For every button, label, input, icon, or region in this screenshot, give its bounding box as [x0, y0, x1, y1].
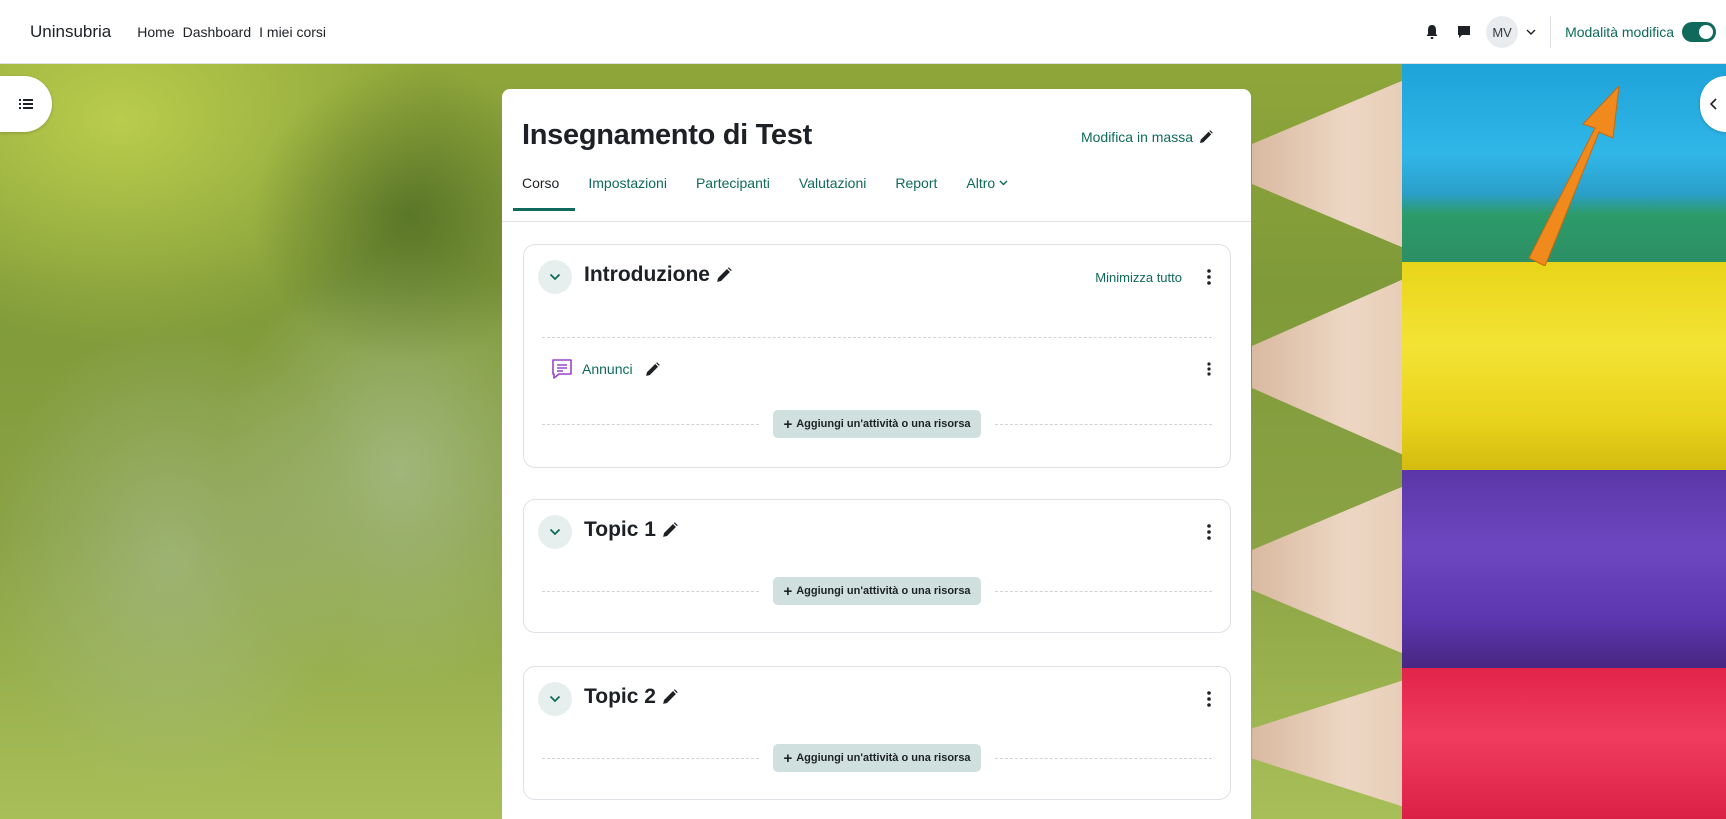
chevron-left-icon	[1709, 98, 1717, 110]
bell-icon	[1426, 25, 1438, 39]
section-menu-button[interactable]	[1200, 265, 1218, 289]
nav-link-home[interactable]: Home	[137, 24, 174, 40]
course-secondary-nav: Corso Impostazioni Partecipanti Valutazi…	[512, 175, 1251, 211]
add-activity-label: Aggiungi un'attività o una risorsa	[796, 585, 971, 597]
section-title-text: Topic 1	[584, 518, 656, 541]
add-activity-label: Aggiungi un'attività o una risorsa	[796, 418, 971, 430]
add-activity-button[interactable]: + Aggiungi un'attività o una risorsa	[773, 577, 981, 605]
collapse-all-link[interactable]: Minimizza tutto	[1095, 270, 1182, 285]
section-title-text: Introduzione	[584, 263, 710, 286]
bulk-edit-label: Modifica in massa	[1080, 129, 1193, 145]
list-icon	[19, 99, 33, 109]
user-menu[interactable]: MV	[1486, 16, 1536, 48]
top-navbar: Uninsubria Home Dashboard I miei corsi M…	[0, 0, 1726, 64]
pencil-yellow	[1252, 262, 1726, 472]
avatar[interactable]: MV	[1486, 16, 1519, 48]
edit-mode-toggle[interactable]	[1682, 22, 1716, 42]
kebab-icon	[1207, 524, 1211, 540]
kebab-icon	[1207, 269, 1211, 285]
pencil-icon[interactable]	[662, 689, 678, 705]
section-collapse-button[interactable]	[538, 515, 572, 549]
tab-more[interactable]: Altro	[966, 175, 1008, 211]
site-brand[interactable]: Uninsubria	[30, 22, 111, 42]
kebab-icon	[1207, 691, 1211, 707]
pencil-icon[interactable]	[645, 361, 660, 377]
chevron-down-icon	[549, 528, 561, 536]
activity-name[interactable]: Annunci	[582, 361, 633, 377]
pencil-icon[interactable]	[716, 267, 732, 283]
section-title-text: Topic 2	[584, 685, 656, 708]
section-title[interactable]: Introduzione	[584, 263, 732, 287]
add-activity-button[interactable]: + Aggiungi un'attività o una risorsa	[773, 410, 981, 438]
chevron-down-icon	[549, 273, 561, 281]
annotation-arrow	[1528, 86, 1620, 266]
notifications-button[interactable]	[1416, 16, 1448, 48]
add-activity-row: + Aggiungi un'attività o una risorsa	[542, 577, 1212, 605]
section-title[interactable]: Topic 2	[584, 685, 678, 709]
tab-settings[interactable]: Impostazioni	[588, 175, 667, 211]
tab-course[interactable]: Corso	[512, 175, 576, 211]
section-collapse-button[interactable]	[538, 682, 572, 716]
section-divider	[542, 337, 1212, 338]
add-activity-label: Aggiungi un'attività o una risorsa	[796, 752, 971, 764]
section-menu-button[interactable]	[1200, 687, 1218, 711]
course-main-region: Insegnamento di Test Modifica in massa C…	[502, 89, 1251, 819]
add-activity-row: + Aggiungi un'attività o una risorsa	[542, 744, 1212, 772]
section-title[interactable]: Topic 1	[584, 518, 678, 542]
nav-link-my-courses[interactable]: I miei corsi	[259, 24, 326, 40]
section-introduzione: Introduzione Minimizza tutto Annunci + A…	[523, 244, 1231, 468]
activity-menu-button[interactable]	[1200, 357, 1218, 381]
pencil-purple	[1252, 470, 1726, 670]
plus-icon: +	[783, 749, 793, 767]
section-topic-2: Topic 2 + Aggiungi un'attività o una ris…	[523, 666, 1231, 800]
section-actions	[1200, 520, 1218, 544]
forum-icon	[552, 359, 572, 379]
chat-icon	[1458, 26, 1471, 38]
bulk-edit-button[interactable]: Modifica in massa	[1081, 129, 1213, 145]
nav-link-dashboard[interactable]: Dashboard	[183, 24, 252, 40]
tab-grades[interactable]: Valutazioni	[799, 175, 866, 211]
section-actions	[1200, 687, 1218, 711]
chevron-down-icon	[549, 695, 561, 703]
section-collapse-button[interactable]	[538, 260, 572, 294]
plus-icon: +	[783, 582, 793, 600]
tab-reports[interactable]: Report	[895, 175, 937, 211]
section-menu-button[interactable]	[1200, 520, 1218, 544]
tab-participants[interactable]: Partecipanti	[696, 175, 770, 211]
chevron-down-icon	[1526, 29, 1536, 35]
messages-button[interactable]	[1448, 16, 1480, 48]
pencil-icon	[1200, 130, 1213, 143]
tabs-divider	[502, 221, 1251, 222]
section-actions: Minimizza tutto	[1095, 265, 1218, 289]
page-title: Insegnamento di Test	[522, 119, 812, 151]
section-topic-1: Topic 1 + Aggiungi un'attività o una ris…	[523, 499, 1231, 633]
add-activity-row: + Aggiungi un'attività o una risorsa	[542, 410, 1212, 438]
tab-more-label: Altro	[966, 175, 996, 191]
activity-annunci: Annunci	[550, 357, 660, 381]
chevron-down-icon	[999, 180, 1008, 186]
kebab-icon	[1207, 362, 1211, 376]
add-activity-button[interactable]: + Aggiungi un'attività o una risorsa	[773, 744, 981, 772]
page-header: Insegnamento di Test Modifica in massa	[502, 89, 1251, 159]
navbar-right: MV Modalità modifica	[1416, 0, 1726, 64]
pencil-icon[interactable]	[662, 522, 678, 538]
edit-mode-label: Modalità modifica	[1565, 24, 1674, 40]
plus-icon: +	[783, 415, 793, 433]
navbar-divider	[1550, 16, 1552, 48]
pencil-blue	[1252, 64, 1726, 264]
pencil-red	[1252, 668, 1726, 819]
